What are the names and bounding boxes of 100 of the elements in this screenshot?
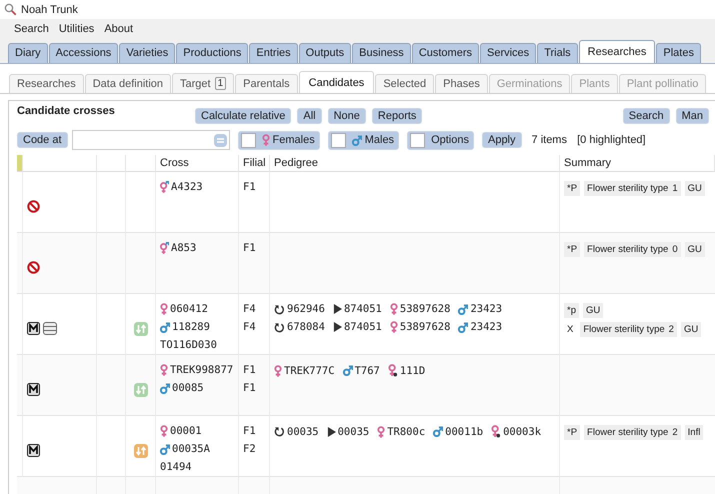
female-symbol-icon — [491, 425, 502, 438]
summary-tag: *P — [564, 425, 580, 440]
filter-toggle[interactable]: Females — [238, 130, 320, 150]
pedigree-entry: T767 — [342, 364, 380, 377]
pedigree-entry: 23423 — [458, 303, 502, 315]
summary-tag: GU — [684, 181, 705, 196]
male-symbol-icon — [342, 365, 353, 376]
cross-code: 00035A — [160, 443, 234, 455]
main-tab[interactable]: Services — [480, 43, 536, 63]
pedigree-entry: TREK777C — [274, 364, 335, 377]
row-marker — [17, 155, 23, 172]
circular-arrow-icon — [274, 426, 285, 437]
main-tab[interactable]: Accessions — [48, 43, 118, 63]
sub-tab[interactable]: Parentals — [235, 74, 298, 93]
main-tab[interactable]: Diary — [8, 43, 48, 63]
cross-code: 118289 — [160, 321, 234, 333]
filter-toggle[interactable]: Options — [407, 130, 474, 150]
trait-tag: Flower sterility type 0 — [584, 242, 681, 257]
main-tab[interactable]: Trials — [537, 43, 578, 63]
equals-icon — [214, 134, 227, 146]
panel-title: Candidate crosses — [17, 105, 116, 117]
main-tab[interactable]: Entries — [249, 43, 298, 63]
filial-generation: F4 — [243, 321, 257, 333]
main-tab[interactable]: Plates — [656, 43, 701, 63]
main-tab[interactable]: Business — [352, 43, 411, 63]
sub-tab[interactable]: Data definition — [84, 74, 172, 93]
filter-toggle[interactable]: Males — [328, 130, 400, 150]
summary-tag: *p — [564, 303, 579, 318]
play-icon — [326, 426, 336, 436]
cross-code: TREK998877 — [160, 364, 234, 376]
item-count: 7 items — [532, 134, 567, 146]
cross-code: 01494 — [160, 461, 193, 473]
female-symbol-icon — [274, 364, 282, 376]
cross-code: A853 — [160, 242, 234, 254]
main-tab[interactable]: Varieties — [119, 43, 176, 63]
male-symbol-icon — [433, 426, 444, 437]
letter-m-icon — [27, 383, 40, 396]
column-header[interactable]: Pedigree — [270, 155, 560, 172]
sub-tab[interactable]: Target 1 — [172, 73, 234, 93]
female-symbol-icon — [160, 364, 168, 376]
pedigree-entry: 00035 — [326, 425, 370, 438]
cross-code: 00085 — [160, 382, 234, 394]
count-badge: 1 — [214, 77, 226, 90]
pedigree-entry: 00011b — [433, 425, 484, 438]
toolbar-button[interactable]: Calculate relative — [195, 108, 292, 124]
female-symbol-icon — [390, 321, 398, 333]
column-header — [126, 155, 156, 172]
highlighted-count: [0 highlighted] — [576, 134, 646, 146]
filial-generation: F1 — [243, 181, 257, 193]
filial-generation: F4 — [243, 303, 257, 315]
pedigree-entry: 00003k — [491, 425, 542, 438]
cross-code: 060412 — [160, 303, 234, 315]
menu-item[interactable]: About — [104, 22, 134, 34]
checkbox[interactable] — [410, 132, 426, 148]
summary-tag: GU — [582, 303, 604, 318]
code-at-button[interactable]: Code at — [17, 132, 68, 148]
male-symbol-icon — [458, 304, 468, 314]
main-tab[interactable]: Customers — [412, 43, 479, 63]
main-tab[interactable]: Researches — [578, 40, 656, 63]
column-header[interactable]: Summary — [560, 155, 715, 172]
pedigree-entry: 678084 — [274, 321, 325, 333]
male-symbol-icon — [160, 382, 170, 394]
checkbox[interactable] — [330, 132, 346, 148]
menu-item[interactable]: Search — [14, 22, 49, 34]
apply-button[interactable]: Apply — [482, 132, 522, 148]
toolbar-button[interactable]: All — [297, 108, 322, 124]
toolbar-button[interactable]: Reports — [372, 108, 422, 124]
hermaphrodite-symbol-icon — [160, 181, 169, 193]
pedigree-entry: 874051 — [332, 303, 382, 315]
summary-tag: *P — [564, 242, 580, 257]
main-tab[interactable]: Productions — [176, 43, 248, 63]
main-tab[interactable]: Outputs — [298, 43, 352, 63]
cross-code: A4323 — [160, 181, 234, 193]
toolbar-button[interactable]: Search — [622, 108, 670, 124]
filial-generation: F1 — [243, 425, 257, 437]
letter-m-icon — [27, 322, 40, 335]
filial-generation: F1 — [243, 364, 257, 376]
toolbar-button[interactable]: None — [328, 108, 366, 124]
trait-tag: Flower sterility type 2 — [580, 322, 677, 337]
filial-generation: F2 — [243, 443, 257, 455]
trait-tag: Flower sterility type 1 — [584, 181, 681, 196]
pedigree-entry: 874051 — [332, 321, 382, 333]
male-symbol-icon — [458, 322, 468, 332]
sub-tab[interactable]: Selected — [375, 74, 434, 93]
window-title: Noah Trunk — [21, 4, 78, 16]
sub-tab[interactable]: Researches — [9, 74, 84, 93]
sub-tab[interactable]: Phases — [435, 74, 488, 93]
summary-tag: GU — [680, 322, 702, 337]
code-input-field[interactable] — [72, 130, 230, 150]
male-symbol-icon — [352, 134, 362, 146]
pedigree-entry: TR800c — [377, 425, 426, 438]
filial-generation: F1 — [243, 242, 257, 254]
toolbar-button[interactable]: Man — [676, 108, 709, 124]
pedigree-entry: 962946 — [274, 303, 325, 315]
checkbox[interactable] — [240, 132, 256, 148]
female-symbol-icon — [262, 134, 270, 146]
column-header[interactable]: Filial — [239, 155, 270, 172]
column-header[interactable]: Cross — [156, 155, 239, 172]
sub-tab[interactable]: Candidates — [298, 71, 374, 93]
menu-item[interactable]: Utilities — [58, 22, 94, 34]
